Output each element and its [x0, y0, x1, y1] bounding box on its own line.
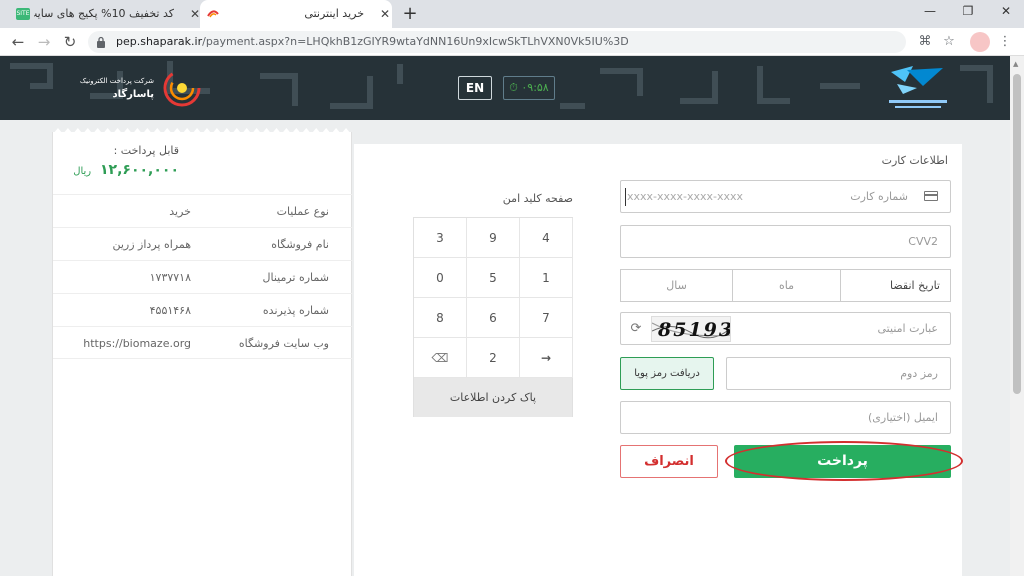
back-icon[interactable]: ← — [8, 32, 28, 52]
page-scrollbar[interactable]: ▲ — [1010, 56, 1024, 576]
receipt-row-merchant: شماره پذیرنده ۴۵۵۱۴۶۸ — [53, 293, 353, 326]
pasargad-logo: شرکت پرداخت الکترونیک پاسارگاد — [74, 64, 204, 112]
card-number-field[interactable]: شماره کارت xxxx-xxxx-xxxx-xxxx — [620, 180, 951, 213]
captcha-field[interactable]: عبارت امنیتی 85193 ⟳ — [620, 312, 951, 345]
card-number-label: شماره کارت — [850, 190, 908, 203]
timer-value: ۰۹:۵۸ — [521, 81, 549, 94]
row-key: شماره ترمینال — [262, 271, 329, 284]
language-button[interactable]: EN — [458, 76, 492, 100]
second-password-field[interactable]: رمز دوم — [726, 357, 951, 390]
pasargad-company-label: شرکت پرداخت الکترونیک — [79, 77, 154, 85]
cvv2-field[interactable]: CVV2 — [620, 225, 951, 258]
secure-keypad-title: صفحه کلید امن — [502, 192, 573, 205]
minimize-icon[interactable]: — — [920, 4, 940, 22]
keypad-arrow-icon[interactable]: → — [520, 338, 573, 378]
credit-card-icon — [924, 191, 938, 201]
pasargad-emblem-icon — [163, 69, 201, 107]
keypad-key[interactable]: 0 — [414, 258, 467, 298]
shaparak-favicon-icon — [207, 10, 219, 18]
close-tab-icon[interactable]: ✕ — [378, 7, 392, 21]
tab-title: خرید اینترنتی — [304, 7, 364, 20]
window-close-icon[interactable]: ✕ — [996, 4, 1016, 22]
receipt-row-store-name: نام فروشگاه همراه پرداز زرین — [53, 227, 353, 260]
keypad-key[interactable]: 1 — [520, 258, 573, 298]
keypad-key[interactable]: 8 — [414, 298, 467, 338]
receipt-row-operation: نوع عملیات خرید — [53, 194, 353, 227]
site-favicon-icon: SITE — [16, 8, 30, 20]
amount-value: ۱۲,۶۰۰,۰۰۰ — [100, 162, 179, 178]
keypad-key[interactable]: 6 — [467, 298, 520, 338]
bookmark-star-icon[interactable]: ☆ — [940, 33, 958, 51]
payable-amount: ۱۲,۶۰۰,۰۰۰ ریال — [73, 162, 179, 178]
row-value: همراه پرداز زرین — [112, 238, 192, 251]
captcha-image: 85193 — [651, 316, 731, 342]
payment-form-card: اطلاعات کارت شماره کارت xxxx-xxxx-xxxx-x… — [354, 144, 963, 576]
browser-toolbar: ← → ↻ pep.shaparak.ir/payment.aspx?n=LHQ… — [0, 28, 1024, 56]
pay-button-highlight — [725, 441, 963, 481]
second-password-placeholder: رمز دوم — [900, 367, 938, 380]
keypad-key[interactable]: 3 — [414, 218, 467, 258]
restore-icon[interactable]: ❐ — [958, 4, 978, 22]
bank-logo-icon — [889, 66, 947, 108]
gateway-header: شرکت پرداخت الکترونیک پاسارگاد EN ⏱ ۰۹:۵… — [0, 56, 1010, 120]
url-text: pep.shaparak.ir/payment.aspx?n=LHQkhB1zG… — [116, 35, 629, 48]
scroll-up-icon[interactable]: ▲ — [1013, 60, 1018, 68]
keypad-backspace-icon[interactable]: ⌫ — [414, 338, 467, 378]
row-key: نام فروشگاه — [271, 238, 329, 251]
row-key: وب سایت فروشگاه — [238, 337, 329, 350]
profile-avatar[interactable] — [970, 32, 990, 52]
address-bar[interactable]: pep.shaparak.ir/payment.aspx?n=LHQkhB1zG… — [88, 31, 906, 53]
card-number-placeholder: xxxx-xxxx-xxxx-xxxx — [627, 190, 744, 203]
keypad-key[interactable]: 7 — [520, 298, 573, 338]
receipt-zigzag — [53, 128, 351, 134]
pasargad-name-label: پاسارگاد — [112, 89, 154, 100]
browser-tab-1[interactable]: SITE کد تخفیف 10% پکیج های سایت گر ✕ — [10, 0, 202, 28]
row-key: نوع عملیات — [276, 205, 329, 218]
menu-icon[interactable]: ⋮ — [996, 33, 1014, 51]
expiry-label: تاریخ انقضا — [840, 270, 950, 301]
expiry-month-field[interactable]: ماه — [732, 270, 840, 301]
forward-icon[interactable]: → — [34, 32, 54, 52]
receipt-row-website: وب سایت فروشگاه https://biomaze.org — [53, 326, 353, 359]
tab-title: کد تخفیف 10% پکیج های سایت گر — [34, 7, 174, 20]
row-value: https://biomaze.org — [83, 337, 191, 350]
email-field[interactable]: ایمیل (اختیاری) — [620, 401, 951, 434]
keypad-key[interactable]: 4 — [520, 218, 573, 258]
payable-label: قابل پرداخت : — [113, 144, 179, 157]
captcha-placeholder: عبارت امنیتی — [877, 322, 938, 335]
row-value: خرید — [169, 205, 191, 218]
clock-icon: ⏱ — [509, 81, 518, 94]
card-info-title: اطلاعات کارت — [881, 154, 948, 167]
browser-tab-2[interactable]: خرید اینترنتی ✕ — [200, 0, 392, 28]
row-value: ۴۵۵۱۴۶۸ — [149, 304, 191, 317]
email-placeholder: ایمیل (اختیاری) — [868, 411, 938, 424]
reload-icon[interactable]: ↻ — [60, 32, 80, 52]
cvv2-placeholder: CVV2 — [908, 235, 938, 248]
lock-icon — [97, 36, 105, 48]
keypad-key[interactable]: 9 — [467, 218, 520, 258]
browser-tabstrip: SITE کد تخفیف 10% پکیج های سایت گر ✕ خری… — [0, 0, 1024, 28]
translate-icon[interactable]: ⌘ — [916, 33, 934, 51]
get-dynamic-password-button[interactable]: دریافت رمز پویا — [620, 357, 714, 390]
row-value: ۱۷۳۷۷۱۸ — [149, 271, 191, 284]
session-timer: ⏱ ۰۹:۵۸ — [503, 76, 555, 100]
receipt-card: قابل پرداخت : ۱۲,۶۰۰,۰۰۰ ریال نوع عملیات… — [52, 128, 353, 576]
refresh-captcha-icon[interactable]: ⟳ — [629, 322, 643, 336]
expiry-group: تاریخ انقضا ماه سال — [620, 269, 951, 302]
secure-keypad: 4 9 3 1 5 0 7 6 8 → 2 ⌫ پاک کردن اطلاعات — [413, 217, 573, 417]
keypad-key[interactable]: 5 — [467, 258, 520, 298]
receipt-row-terminal: شماره ترمینال ۱۷۳۷۷۱۸ — [53, 260, 353, 293]
cancel-button[interactable]: انصراف — [620, 445, 718, 478]
captcha-text: 85193 — [658, 319, 731, 341]
scrollbar-thumb[interactable] — [1013, 74, 1021, 394]
keypad-key[interactable]: 2 — [467, 338, 520, 378]
expiry-year-field[interactable]: سال — [621, 270, 732, 301]
new-tab-icon[interactable]: + — [400, 4, 420, 24]
clear-data-button[interactable]: پاک کردن اطلاعات — [414, 378, 572, 417]
currency-label: ریال — [73, 166, 92, 177]
text-caret — [625, 188, 626, 206]
row-key: شماره پذیرنده — [262, 304, 329, 317]
